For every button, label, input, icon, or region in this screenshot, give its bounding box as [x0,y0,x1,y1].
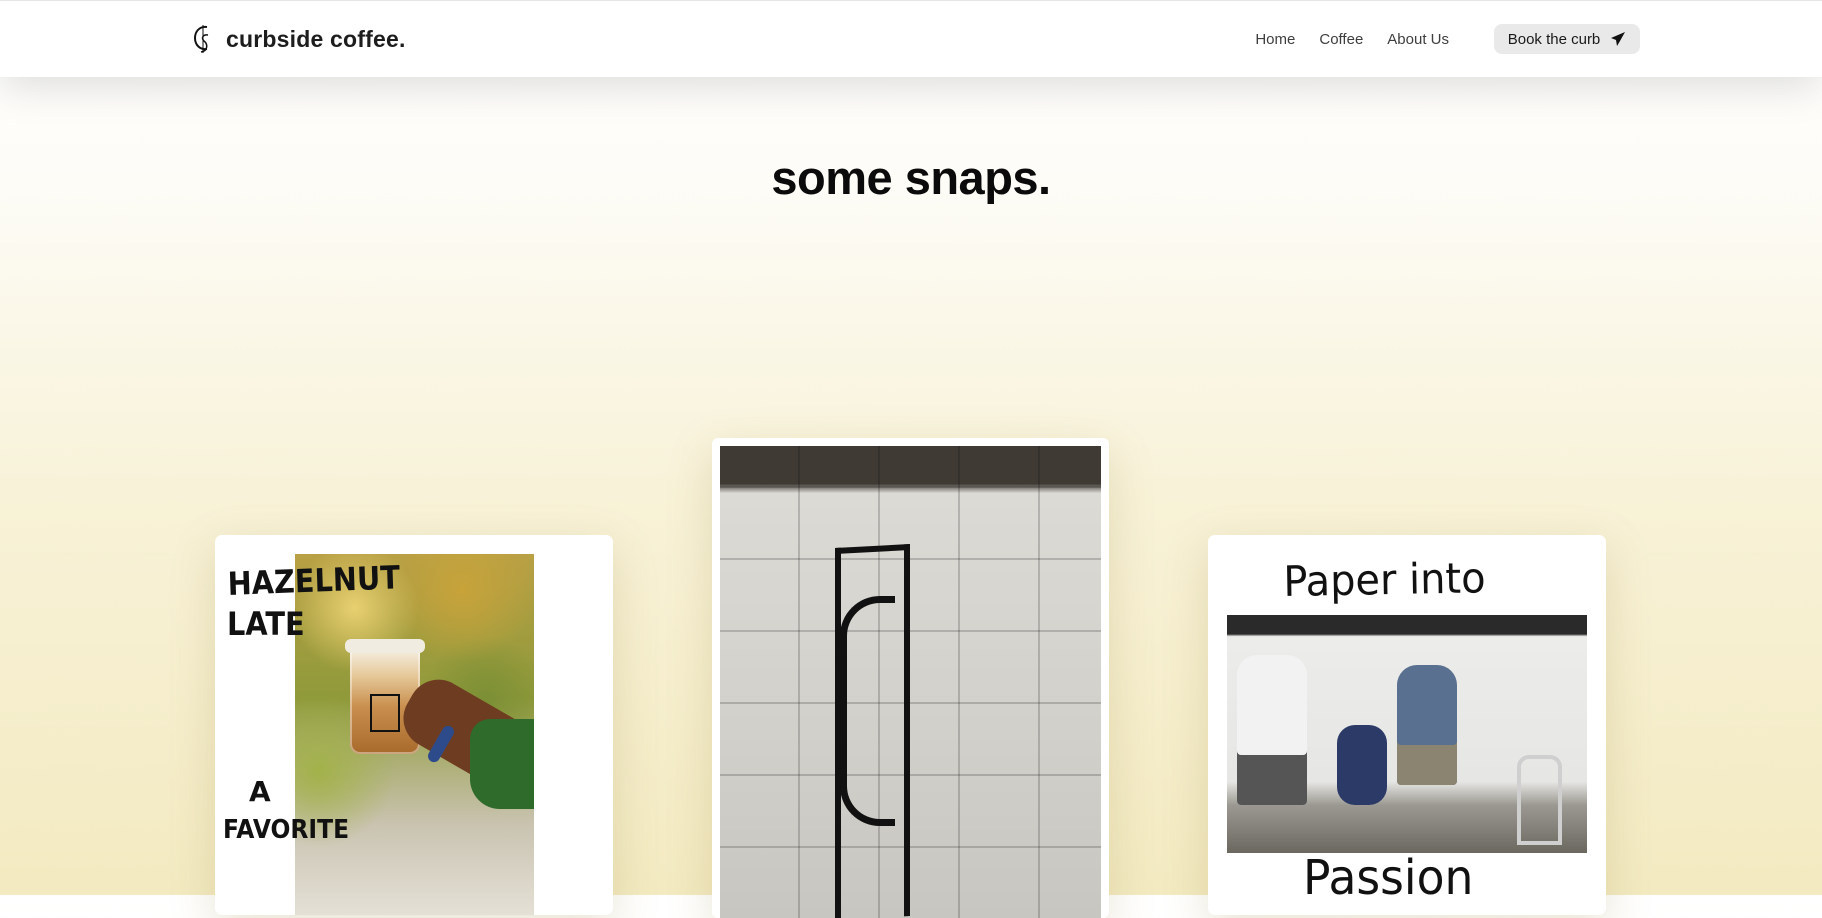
brand-name: curbside coffee. [226,25,406,52]
paper-into-text: Paper into [1283,553,1486,606]
favorite-text: FAVORITE [223,815,350,845]
navbar: curbside coffee. Home Coffee About Us Bo… [0,0,1822,77]
cs-monogram-icon [193,25,209,53]
painting-mural-photo [1227,615,1587,853]
cup-logo [370,694,400,732]
snap-card-mural[interactable] [712,438,1109,918]
person-white-shirt [1237,655,1307,805]
person-blue-shirt [1397,665,1457,785]
hazelnut-text: HAZELNUT [227,558,401,603]
sleeve [470,719,534,809]
paper-plane-icon [1611,32,1626,46]
person-seated [1337,725,1387,805]
cup-lid [345,639,425,653]
snap-card-hazelnut[interactable]: HAZELNUT LATE A FAVORITE [215,535,613,915]
a-text: A [249,775,271,808]
mural-wall-photo [720,446,1101,918]
book-the-curb-label: Book the curb [1507,30,1601,48]
late-text: LATE [227,605,305,643]
nav-item-coffee[interactable]: Coffee [1319,31,1363,48]
nav-item-home[interactable]: Home [1255,31,1295,48]
main-nav: Home Coffee About Us [1255,1,1449,77]
snap-card-paper-into-passion[interactable]: Paper into Passion [1208,535,1606,915]
hazelnut-latte-photo [295,554,534,915]
cs-mural-letter [840,596,895,826]
section-title: some snaps. [771,151,1051,204]
book-the-curb-button[interactable]: Book the curb [1494,24,1640,54]
passion-text: Passion [1303,850,1474,906]
nav-item-about-us[interactable]: About Us [1387,31,1449,48]
brand-link[interactable]: curbside coffee. [192,23,406,55]
plastic-chair [1517,755,1562,845]
